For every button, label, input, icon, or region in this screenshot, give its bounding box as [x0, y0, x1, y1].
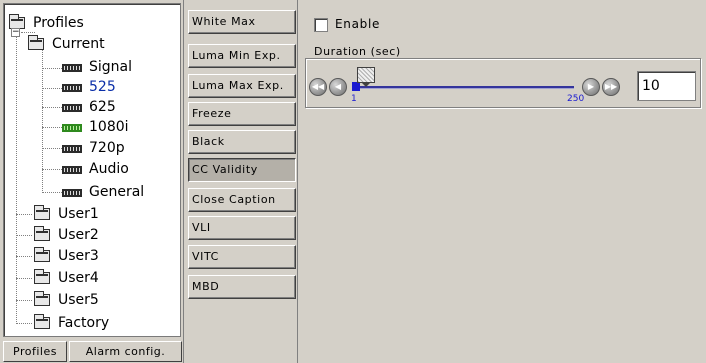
tab-alarm-config[interactable]: Alarm config.	[69, 341, 182, 362]
profile-tree: Profiles − Current Signal 525 625 1080i …	[3, 3, 181, 337]
category-luma-max-exp-button[interactable]: Luma Max Exp.	[188, 74, 296, 98]
format-chip-active-icon	[62, 123, 82, 132]
tree-item-label: User3	[58, 247, 99, 264]
category-vli-button[interactable]: VLI	[188, 216, 296, 240]
step-first-button[interactable]: ◀◀	[309, 78, 327, 96]
slider-min-label: 1	[351, 94, 357, 104]
tree-item-signal[interactable]: Signal	[62, 58, 134, 76]
tree-item-label: Factory	[58, 314, 110, 331]
tree-item-user5[interactable]: User5	[34, 291, 101, 309]
enable-label: Enable	[335, 17, 381, 31]
tree-item-720p[interactable]: 720p	[62, 139, 127, 157]
enable-checkbox[interactable]	[314, 18, 328, 32]
folder-icon	[34, 247, 50, 262]
slider-max-label: 250	[567, 94, 585, 104]
category-black-button[interactable]: Black	[188, 130, 296, 154]
tree-item-profiles[interactable]: Profiles	[9, 14, 86, 32]
tree-item-625[interactable]: 625	[62, 98, 118, 116]
step-next-button[interactable]: ▶	[582, 78, 600, 96]
duration-slider-track[interactable]	[352, 86, 574, 89]
alarm-category-list: White Max Luma Min Exp. Luma Max Exp. Fr…	[183, 0, 298, 363]
tree-item-label: 525	[89, 78, 116, 95]
tab-profiles[interactable]: Profiles	[3, 341, 67, 362]
format-chip-icon	[62, 83, 82, 92]
format-chip-icon	[62, 188, 82, 197]
format-chip-icon	[62, 165, 82, 174]
collapse-icon[interactable]: −	[11, 28, 20, 37]
folder-icon	[34, 269, 50, 284]
category-luma-min-exp-button[interactable]: Luma Min Exp.	[188, 44, 296, 68]
folder-icon	[34, 291, 50, 306]
tree-item-user4[interactable]: User4	[34, 269, 101, 287]
category-freeze-button[interactable]: Freeze	[188, 102, 296, 126]
duration-legend: Duration (sec)	[311, 45, 404, 58]
category-cc-validity-button[interactable]: CC Validity	[188, 158, 296, 182]
category-mbd-button[interactable]: MBD	[188, 275, 296, 299]
format-chip-icon	[62, 103, 82, 112]
tree-item-label: General	[89, 183, 145, 200]
tree-item-label: User1	[58, 205, 99, 222]
tree-item-audio[interactable]: Audio	[62, 160, 131, 178]
tree-item-current[interactable]: Current	[28, 35, 107, 53]
duration-slider-thumb[interactable]	[357, 67, 376, 87]
tree-item-label: Signal	[89, 58, 133, 75]
tree-item-label: User5	[58, 291, 99, 308]
tree-item-label: User4	[58, 269, 99, 286]
tree-item-user3[interactable]: User3	[34, 247, 101, 265]
folder-icon	[34, 314, 50, 329]
folder-icon	[34, 205, 50, 220]
tree-item-label: 720p	[89, 139, 125, 156]
category-vitc-button[interactable]: VITC	[188, 245, 296, 269]
tree-item-user1[interactable]: User1	[34, 205, 101, 223]
step-last-button[interactable]: ▶▶	[602, 78, 620, 96]
tree-item-label: Audio	[89, 160, 129, 177]
category-white-max-button[interactable]: White Max	[188, 10, 296, 34]
duration-slider-fill	[352, 82, 361, 91]
duration-input[interactable]: 10	[637, 71, 696, 101]
tree-item-user2[interactable]: User2	[34, 226, 101, 244]
format-chip-icon	[62, 144, 82, 153]
cc-validity-settings: Enable Duration (sec) ◀◀ ◀ 1 250 ▶ ▶▶ 10	[300, 0, 706, 363]
tree-item-label: 625	[89, 98, 116, 115]
tree-item-general[interactable]: General	[62, 183, 146, 201]
tree-item-factory[interactable]: Factory	[34, 314, 111, 332]
tree-item-525[interactable]: 525	[62, 78, 118, 96]
tree-item-label: Profiles	[33, 14, 84, 31]
format-chip-icon	[62, 63, 82, 72]
folder-icon	[34, 226, 50, 241]
tree-item-1080i[interactable]: 1080i	[62, 118, 131, 136]
tree-item-label: 1080i	[89, 118, 129, 135]
category-close-caption-button[interactable]: Close Caption	[188, 188, 296, 212]
step-prev-button[interactable]: ◀	[329, 78, 347, 96]
tree-item-label: Current	[52, 35, 105, 52]
tree-item-label: User2	[58, 226, 99, 243]
folder-icon	[28, 35, 44, 50]
